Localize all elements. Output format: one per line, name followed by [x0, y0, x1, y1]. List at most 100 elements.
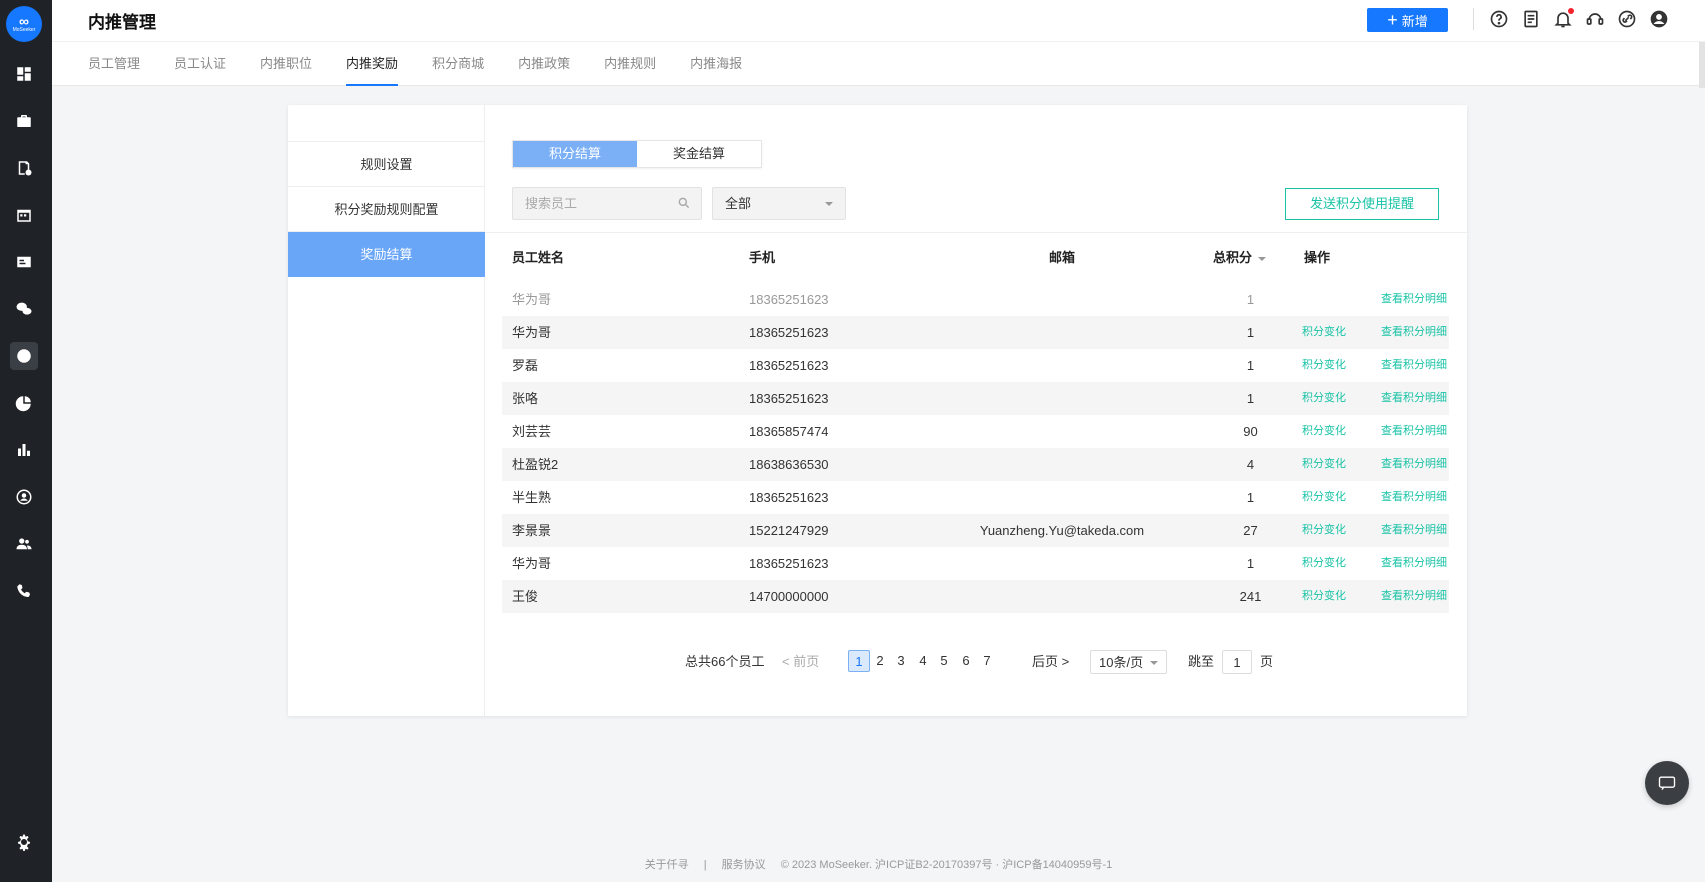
- table-row: 华为哥 18365251623 1 积分变化 查看积分明细: [502, 547, 1449, 580]
- page-size-select[interactable]: 10条/页: [1090, 650, 1167, 674]
- column-header-name: 员工姓名: [512, 250, 565, 265]
- cell-phone: 18365251623: [749, 358, 829, 373]
- link-icon[interactable]: [1616, 8, 1638, 30]
- cell-phone: 18365251623: [749, 325, 829, 340]
- status-select[interactable]: 全部: [712, 187, 846, 220]
- tab-referral-rules[interactable]: 内推规则: [604, 42, 656, 86]
- status-select-value: 全部: [725, 196, 752, 211]
- tab-points-mall[interactable]: 积分商城: [432, 42, 484, 86]
- notification-dot: [1568, 8, 1574, 14]
- dashboard-icon[interactable]: [10, 60, 38, 88]
- sidenav-item-reward-settlement[interactable]: 奖励结算: [288, 232, 485, 277]
- tab-referral-policy[interactable]: 内推政策: [518, 42, 570, 86]
- bar-chart-icon[interactable]: [10, 436, 38, 464]
- moseeker-logo[interactable]: ∞ MoSeeker: [6, 6, 42, 42]
- points-table: 员工姓名 手机 邮箱 总积分 操作 华为哥 18365251623 1 查看积分…: [502, 233, 1449, 613]
- cell-phone: 18365251623: [749, 391, 829, 406]
- view-points-detail-link[interactable]: 查看积分明细: [1349, 415, 1479, 448]
- top-header: 内推管理 + 新增 员工管理 员工认证 内推职位 内推奖励 积分商城 内推政策 …: [52, 0, 1705, 86]
- send-points-reminder-button[interactable]: 发送积分使用提醒: [1285, 188, 1439, 220]
- tab-bar: 员工管理 员工认证 内推职位 内推奖励 积分商城 内推政策 内推规则 内推海报: [88, 42, 776, 86]
- content-card: 规则设置 积分奖励规则配置 奖励结算 积分结算 奖金结算 全部 发送积分使用提醒…: [288, 105, 1467, 716]
- page-number-5[interactable]: 5: [933, 650, 955, 672]
- search-input[interactable]: [513, 188, 663, 219]
- left-rail: ∞ MoSeeker: [0, 0, 52, 882]
- about-link[interactable]: 关于仟寻: [645, 859, 689, 871]
- view-points-detail-link[interactable]: 查看积分明细: [1349, 547, 1479, 580]
- sidenav-item-rule-settings[interactable]: 规则设置: [288, 142, 485, 187]
- chevron-down-icon: [825, 202, 833, 206]
- points-settlement-tab[interactable]: 积分结算: [513, 141, 637, 167]
- jump-label: 跳至: [1188, 654, 1215, 669]
- pagination: 总共66个员工 < 前页 1 2 3 4 5 6 7 后页 > 10条/页 跳至…: [485, 650, 1467, 674]
- profile-circle-icon[interactable]: [10, 483, 38, 511]
- document-icon[interactable]: [1520, 8, 1542, 30]
- wechat-icon[interactable]: [10, 295, 38, 323]
- pie-chart-icon[interactable]: [10, 389, 38, 417]
- calendar-icon[interactable]: [10, 201, 38, 229]
- view-points-detail-link[interactable]: 查看积分明细: [1349, 514, 1479, 547]
- cell-phone: 18638636530: [749, 457, 829, 472]
- tab-referral-positions[interactable]: 内推职位: [260, 42, 312, 86]
- table-row: 王俊 14700000000 241 积分变化 查看积分明细: [502, 580, 1449, 613]
- cell-name: 王俊: [512, 589, 539, 604]
- jump-page-input[interactable]: 1: [1222, 650, 1252, 674]
- page-number-6[interactable]: 6: [955, 650, 977, 672]
- tab-referral-rewards[interactable]: 内推奖励: [346, 42, 399, 86]
- settlement-type-toggle: 积分结算 奖金结算: [512, 140, 762, 168]
- page-size-value: 10条/页: [1099, 655, 1144, 670]
- sidenav-item-points-rule-config[interactable]: 积分奖励规则配置: [288, 187, 485, 232]
- view-points-detail-link[interactable]: 查看积分明细: [1349, 448, 1479, 481]
- phone-icon[interactable]: [10, 577, 38, 605]
- briefcase-icon[interactable]: [10, 107, 38, 135]
- cell-name: 刘芸芸: [512, 424, 552, 439]
- view-points-detail-link[interactable]: 查看积分明细: [1349, 316, 1479, 349]
- page-number-3[interactable]: 3: [890, 650, 912, 672]
- referral-icon[interactable]: [10, 342, 38, 370]
- help-icon[interactable]: [1488, 8, 1510, 30]
- page-title: 内推管理: [88, 13, 156, 32]
- id-card-icon[interactable]: [10, 248, 38, 276]
- team-icon[interactable]: [10, 530, 38, 558]
- bonus-settlement-tab[interactable]: 奖金结算: [637, 141, 761, 167]
- cell-phone: 18365251623: [749, 292, 829, 307]
- tab-employee-management[interactable]: 员工管理: [88, 42, 140, 86]
- cell-name: 半生熟: [512, 490, 552, 505]
- add-button[interactable]: + 新增: [1367, 8, 1448, 32]
- table-row: 张咯 18365251623 1 积分变化 查看积分明细: [502, 382, 1449, 415]
- view-points-detail-link[interactable]: 查看积分明细: [1349, 283, 1479, 316]
- next-page-button[interactable]: 后页 >: [1032, 650, 1069, 674]
- cell-name: 华为哥: [512, 556, 552, 571]
- chat-button[interactable]: [1645, 761, 1689, 805]
- view-points-detail-link[interactable]: 查看积分明细: [1349, 580, 1479, 613]
- user-icon[interactable]: [1648, 8, 1670, 30]
- page-number-7[interactable]: 7: [976, 650, 998, 672]
- page-number-2[interactable]: 2: [869, 650, 891, 672]
- search-icon[interactable]: [677, 196, 691, 210]
- page-number-4[interactable]: 4: [912, 650, 934, 672]
- cell-name: 李景景: [512, 523, 552, 538]
- header-separator: [1473, 8, 1474, 30]
- cell-phone: 18365251623: [749, 556, 829, 571]
- tab-employee-verification[interactable]: 员工认证: [174, 42, 226, 86]
- column-header-phone: 手机: [749, 250, 776, 265]
- page-number-1[interactable]: 1: [848, 650, 870, 672]
- cell-phone: 14700000000: [749, 589, 829, 604]
- column-header-operation: 操作: [1303, 250, 1330, 265]
- employee-search: [512, 187, 702, 220]
- scrollbar[interactable]: [1699, 42, 1705, 88]
- plus-icon: +: [1387, 10, 1398, 30]
- terms-link[interactable]: 服务协议: [722, 859, 766, 871]
- view-points-detail-link[interactable]: 查看积分明细: [1349, 382, 1479, 415]
- add-button-label: 新增: [1401, 13, 1428, 29]
- view-points-detail-link[interactable]: 查看积分明细: [1349, 481, 1479, 514]
- support-icon[interactable]: [1584, 8, 1606, 30]
- tab-referral-poster[interactable]: 内推海报: [690, 42, 742, 86]
- view-points-detail-link[interactable]: 查看积分明细: [1349, 349, 1479, 382]
- settings-icon[interactable]: [10, 828, 38, 856]
- cell-name: 华为哥: [512, 292, 552, 307]
- resume-icon[interactable]: [10, 154, 38, 182]
- bell-icon[interactable]: [1552, 8, 1574, 30]
- prev-page-button[interactable]: < 前页: [782, 650, 819, 674]
- cell-name: 华为哥: [512, 325, 552, 340]
